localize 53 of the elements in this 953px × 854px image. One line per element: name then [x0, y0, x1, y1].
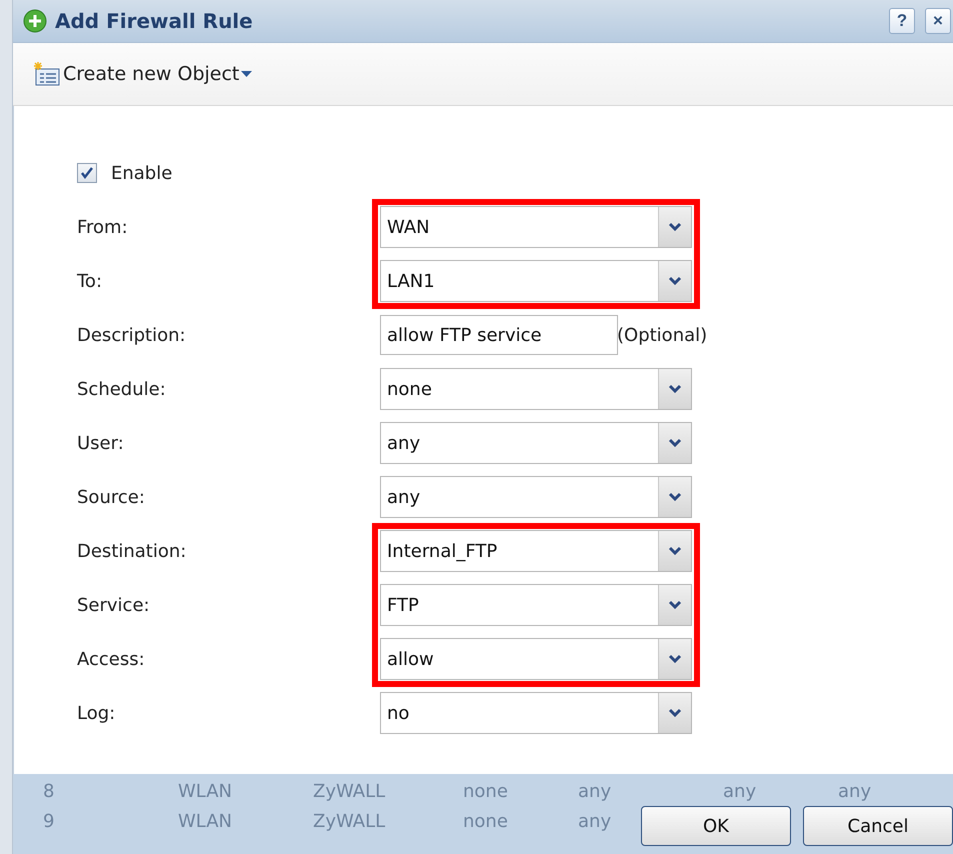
background-table-cell: any	[578, 810, 612, 832]
dropdown-field[interactable]: no	[380, 692, 692, 734]
dropdown-field[interactable]: WAN	[380, 206, 692, 248]
field-label: Source:	[77, 486, 146, 508]
caret-icon	[668, 276, 682, 286]
dropdown-field[interactable]: Internal_FTP	[380, 530, 692, 572]
caret-icon	[668, 708, 682, 718]
dropdown-arrow-icon	[241, 70, 252, 78]
dropdown-field[interactable]: LAN1	[380, 260, 692, 302]
background-table-cell: 9	[43, 810, 54, 832]
window-title: Add Firewall Rule	[55, 9, 254, 33]
field-label: Schedule:	[77, 378, 167, 400]
field-label: To:	[77, 270, 104, 292]
dropdown-field[interactable]: none	[380, 368, 692, 410]
enable-checkbox[interactable]	[77, 163, 97, 183]
ok-button[interactable]: OK	[641, 806, 791, 846]
caret-icon	[668, 492, 682, 502]
object-icon	[33, 61, 61, 87]
cancel-button[interactable]: Cancel	[803, 806, 953, 846]
dropdown-field[interactable]: FTP	[380, 584, 692, 626]
enable-label: Enable	[111, 162, 172, 184]
background-table-cell: none	[463, 810, 508, 832]
caret-icon	[668, 654, 682, 664]
background-table-cell: ZyWALL	[313, 780, 386, 802]
field-label: Access:	[77, 648, 146, 670]
field-label: From:	[77, 216, 129, 238]
field-label: Log:	[77, 702, 116, 724]
background-table-cell: any	[578, 780, 612, 802]
background-table-cell: any	[838, 780, 872, 802]
help-button[interactable]: ?	[889, 8, 915, 34]
add-icon	[23, 9, 47, 33]
field-label: Description:	[77, 324, 187, 346]
input-field[interactable]: allow FTP service	[380, 315, 618, 355]
caret-icon	[668, 600, 682, 610]
caret-icon	[668, 222, 682, 232]
dropdown-field[interactable]: allow	[380, 638, 692, 680]
optional-note: (Optional)	[617, 324, 708, 346]
field-label: User:	[77, 432, 125, 454]
background-table-cell: any	[723, 780, 756, 802]
field-label: Service:	[77, 594, 151, 616]
background-table-cell: none	[463, 780, 508, 802]
dropdown-field[interactable]: any	[380, 422, 692, 464]
close-button[interactable]: ×	[925, 8, 951, 34]
caret-icon	[668, 546, 682, 556]
background-table-cell: 8	[43, 780, 54, 802]
caret-icon	[668, 438, 682, 448]
background-table-cell: WLAN	[178, 810, 232, 832]
field-label: Destination:	[77, 540, 188, 562]
caret-icon	[668, 384, 682, 394]
dropdown-field[interactable]: any	[380, 476, 692, 518]
background-table-cell: ZyWALL	[313, 810, 386, 832]
create-object-menu[interactable]: Create new Object	[33, 61, 252, 87]
background-table-cell: WLAN	[178, 780, 232, 802]
